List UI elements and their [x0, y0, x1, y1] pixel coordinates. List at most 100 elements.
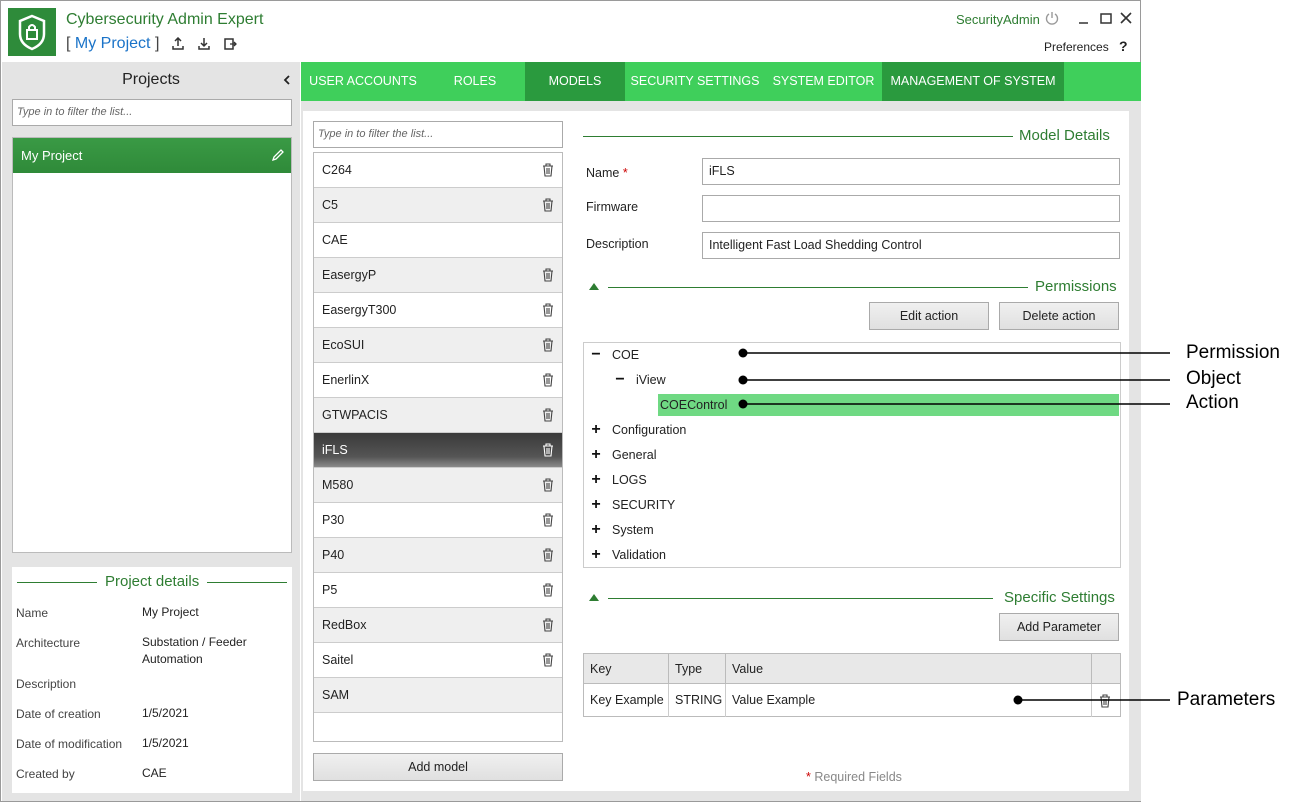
edit-action-button[interactable]: Edit action — [869, 302, 989, 330]
export-icon[interactable] — [171, 37, 185, 51]
collapse-node-icon[interactable]: − — [614, 370, 626, 390]
tab-user-accounts[interactable]: USER ACCOUNTS — [301, 62, 425, 101]
detail-label: Date of modification — [16, 737, 123, 751]
collapse-node-icon[interactable]: − — [590, 345, 602, 365]
add-parameter-button[interactable]: Add Parameter — [999, 613, 1119, 641]
close-icon[interactable] — [1118, 10, 1134, 26]
param-value-cell[interactable]: Value Example — [726, 684, 1092, 717]
delete-model-icon[interactable] — [542, 618, 554, 632]
tab-roles[interactable]: ROLES — [425, 62, 525, 101]
expand-node-icon[interactable]: + — [590, 520, 602, 540]
detail-label: Description — [16, 677, 77, 691]
model-item-label: iFLS — [322, 443, 348, 457]
projects-filter-input[interactable]: Type in to filter the list... — [12, 99, 292, 126]
expand-node-icon[interactable]: + — [590, 470, 602, 490]
collapse-permissions-icon[interactable] — [589, 283, 599, 290]
delete-model-icon[interactable] — [542, 303, 554, 317]
preferences-link[interactable]: Preferences — [1044, 40, 1109, 54]
column-header-actions — [1092, 654, 1120, 684]
model-list-item[interactable]: EasergyT300 — [314, 293, 562, 328]
detail-value: CAE — [142, 766, 167, 780]
project-name-link[interactable]: My Project — [75, 35, 151, 52]
edit-pencil-icon[interactable] — [271, 148, 285, 162]
delete-model-icon[interactable] — [542, 583, 554, 597]
delete-model-icon[interactable] — [542, 443, 554, 457]
tree-node[interactable]: SECURITY — [612, 495, 675, 515]
detail-value: Substation / Feeder Automation — [142, 635, 247, 666]
model-item-label: EcoSUI — [322, 338, 365, 352]
param-type-cell[interactable]: STRING — [669, 684, 726, 717]
delete-model-icon[interactable] — [542, 338, 554, 352]
delete-model-icon[interactable] — [542, 548, 554, 562]
tab-management-of-system[interactable]: MANAGEMENT OF SYSTEM — [882, 62, 1064, 101]
model-list-item[interactable]: EnerlinX — [314, 363, 562, 398]
model-list-item[interactable]: M580 — [314, 468, 562, 503]
delete-model-icon[interactable] — [542, 163, 554, 177]
model-list-item[interactable]: EasergyP — [314, 258, 562, 293]
app-window: Cybersecurity Admin Expert [ My Project … — [0, 0, 1141, 802]
expand-node-icon[interactable]: + — [590, 445, 602, 465]
permissions-title: Permissions — [1029, 278, 1123, 295]
tab-models[interactable]: MODELS — [525, 62, 625, 101]
delete-model-icon[interactable] — [542, 653, 554, 667]
model-item-label: EasergyT300 — [322, 303, 397, 317]
expand-node-icon[interactable]: + — [590, 420, 602, 440]
model-list-item[interactable]: P30 — [314, 503, 562, 538]
param-key-cell[interactable]: Key Example — [584, 684, 669, 717]
model-list-item[interactable]: Saitel — [314, 643, 562, 678]
tab-system-editor[interactable]: SYSTEM EDITOR — [765, 62, 882, 101]
current-project: [ My Project ] — [66, 35, 159, 53]
model-list-item[interactable]: C5 — [314, 188, 562, 223]
close-project-icon[interactable] — [223, 37, 237, 51]
tree-node-permission[interactable]: COE — [612, 345, 639, 365]
tree-node[interactable]: System — [612, 520, 654, 540]
description-input[interactable]: Intelligent Fast Load Shedding Control — [702, 232, 1120, 259]
model-list-item[interactable]: C264 — [314, 153, 562, 188]
tab-security-settings[interactable]: SECURITY SETTINGS — [625, 62, 765, 101]
divider — [207, 582, 287, 583]
model-list-item[interactable]: iFLS — [314, 433, 562, 468]
delete-model-icon[interactable] — [542, 373, 554, 387]
model-list-item[interactable]: EcoSUI — [314, 328, 562, 363]
help-icon[interactable]: ? — [1119, 38, 1128, 54]
tree-node[interactable]: Configuration — [612, 420, 686, 440]
import-icon[interactable] — [197, 37, 211, 51]
tree-node[interactable]: LOGS — [612, 470, 647, 490]
delete-model-icon[interactable] — [542, 478, 554, 492]
tree-node-action[interactable]: COEControl — [660, 395, 727, 415]
delete-model-icon[interactable] — [542, 408, 554, 422]
tree-node[interactable]: General — [612, 445, 656, 465]
add-model-button[interactable]: Add model — [313, 753, 563, 781]
maximize-icon[interactable] — [1098, 10, 1114, 26]
detail-label: Created by — [16, 767, 75, 781]
power-icon[interactable] — [1044, 10, 1060, 26]
expand-node-icon[interactable]: + — [590, 495, 602, 515]
delete-model-icon[interactable] — [542, 268, 554, 282]
model-item-label: GTWPACIS — [322, 408, 388, 422]
firmware-input[interactable] — [702, 195, 1120, 222]
collapse-settings-icon[interactable] — [589, 594, 599, 601]
model-list-item[interactable]: SAM — [314, 678, 562, 713]
project-item-label: My Project — [21, 148, 83, 163]
expand-node-icon[interactable]: + — [590, 545, 602, 565]
model-list-item[interactable]: GTWPACIS — [314, 398, 562, 433]
delete-model-icon[interactable] — [542, 198, 554, 212]
model-list-item[interactable]: RedBox — [314, 608, 562, 643]
name-input[interactable]: iFLS — [702, 158, 1120, 185]
project-list-item[interactable]: My Project — [13, 138, 291, 173]
detail-value: 1/5/2021 — [142, 736, 189, 750]
model-list-item[interactable]: CAE — [314, 223, 562, 258]
model-list-item[interactable]: P5 — [314, 573, 562, 608]
divider — [608, 287, 1028, 288]
delete-action-button[interactable]: Delete action — [999, 302, 1119, 330]
collapse-panel-icon[interactable] — [281, 73, 293, 87]
tree-node-object[interactable]: iView — [636, 370, 666, 390]
model-list-item[interactable]: P40 — [314, 538, 562, 573]
minimize-icon[interactable] — [1076, 10, 1092, 26]
project-details-panel: Project details Name My Project Architec… — [12, 567, 292, 793]
delete-model-icon[interactable] — [542, 513, 554, 527]
firmware-label: Firmware — [586, 200, 639, 214]
delete-parameter-icon[interactable] — [1099, 694, 1111, 708]
models-filter-input[interactable]: Type in to filter the list... — [313, 121, 563, 148]
tree-node[interactable]: Validation — [612, 545, 666, 565]
